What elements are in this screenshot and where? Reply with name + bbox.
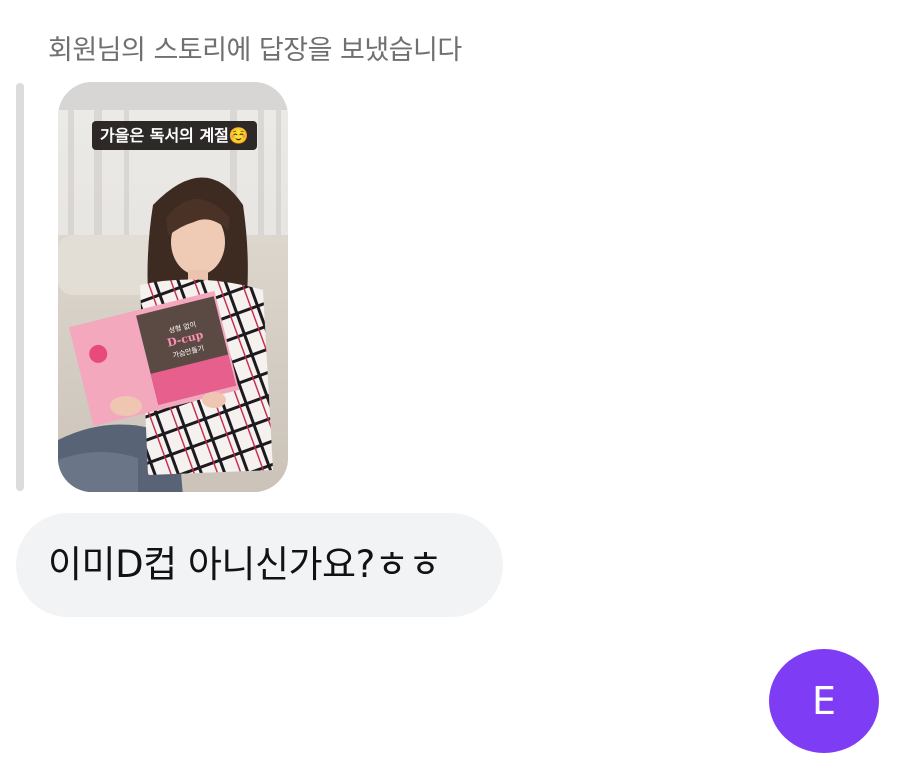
story-thumbnail[interactable]: 성형 없이 D-cup 가슴만들기 가을은 독서의 계절☺️ — [58, 82, 288, 492]
message-bubble[interactable]: 이미D컵 아니신가요?ㅎㅎ — [16, 513, 503, 617]
story-reply-header: 회원님의 스토리에 답장을 보냈습니다 — [48, 35, 462, 66]
reply-quote-bar — [16, 83, 24, 491]
message-text: 이미D컵 아니신가요?ㅎㅎ — [48, 543, 442, 586]
story-photo: 성형 없이 D-cup 가슴만들기 — [58, 110, 288, 492]
story-caption: 가을은 독서의 계절☺️ — [92, 121, 257, 150]
avatar[interactable]: E — [769, 649, 879, 753]
